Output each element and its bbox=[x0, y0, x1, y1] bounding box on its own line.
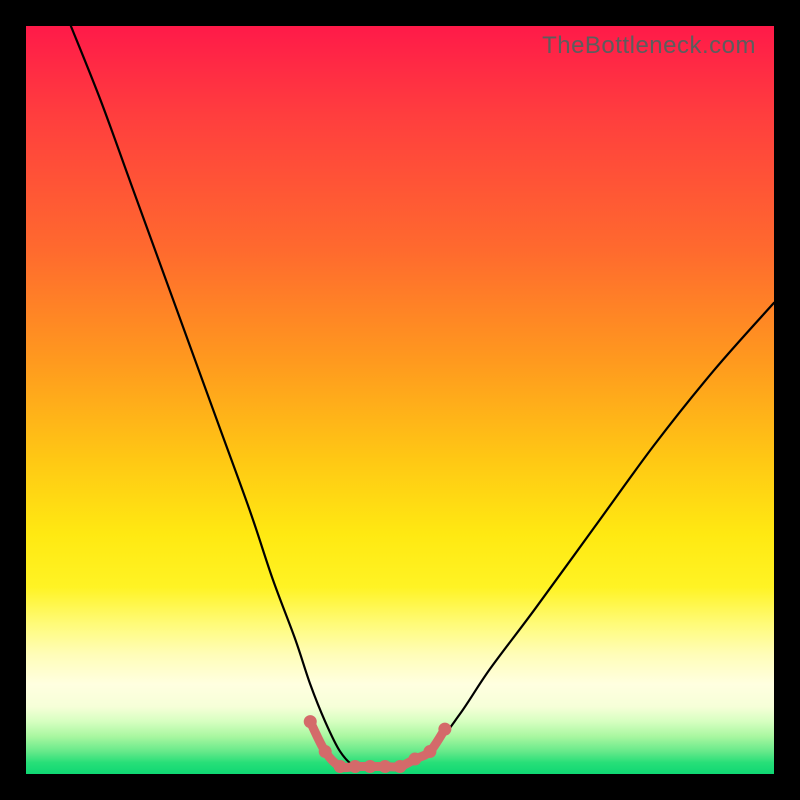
overlay-dot bbox=[394, 760, 407, 773]
overlay-dot bbox=[438, 723, 451, 736]
overlay-dot bbox=[349, 760, 362, 773]
plot-area: TheBottleneck.com bbox=[26, 26, 774, 774]
chart-frame: TheBottleneck.com bbox=[0, 0, 800, 800]
overlay-dot bbox=[334, 760, 347, 773]
overlay-dot bbox=[379, 760, 392, 773]
overlay-dot bbox=[364, 760, 377, 773]
overlay-dot bbox=[423, 745, 436, 758]
curve-layer bbox=[26, 26, 774, 774]
overlay-dot bbox=[304, 715, 317, 728]
bottleneck-curve bbox=[71, 26, 774, 768]
overlay-dot bbox=[408, 753, 421, 766]
overlay-dot bbox=[319, 745, 332, 758]
near-zero-overlay bbox=[310, 722, 445, 768]
